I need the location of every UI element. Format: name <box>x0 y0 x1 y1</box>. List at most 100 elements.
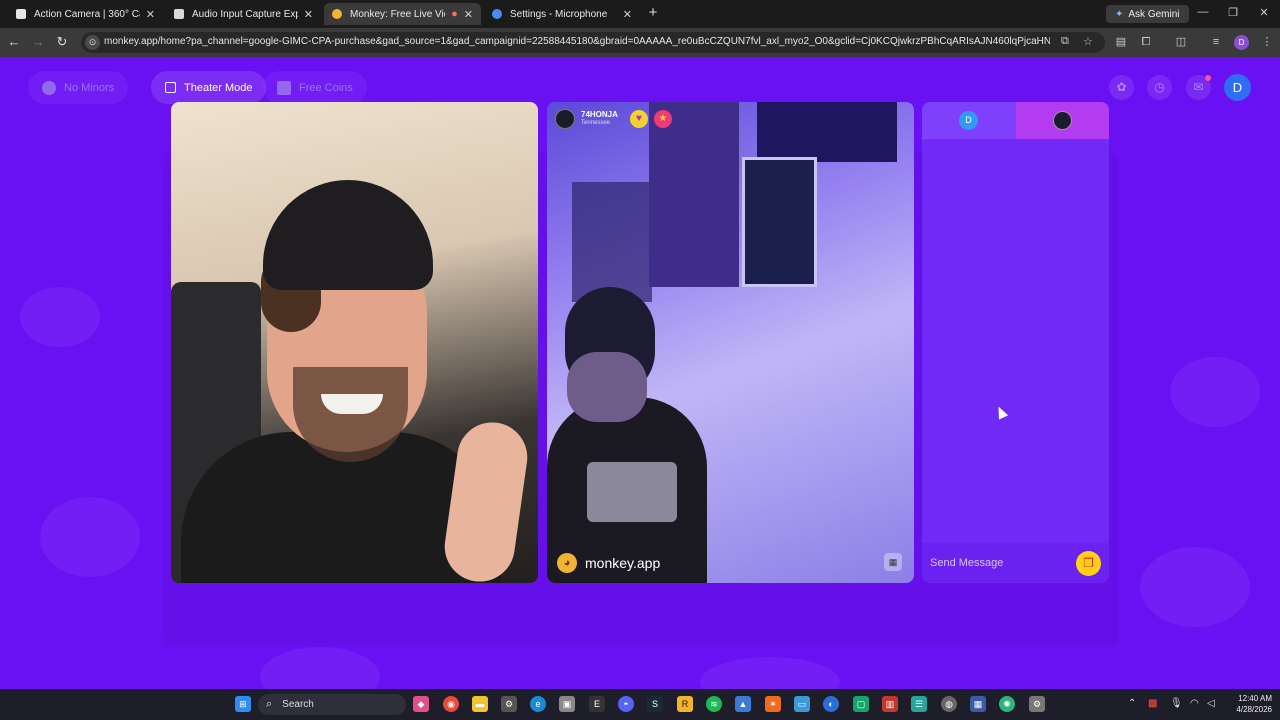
chat-input-bar: ❒ <box>922 543 1109 583</box>
photos-icon[interactable]: ▲ <box>735 696 751 712</box>
free-coins-label: Free Coins <box>299 81 353 94</box>
extensions-puzzle-icon[interactable]: ⧠ <box>1139 35 1153 49</box>
no-minors-toggle[interactable]: No Minors <box>28 71 129 104</box>
background-blob <box>260 647 380 689</box>
file-explorer-icon[interactable]: ▬ <box>472 696 488 712</box>
blender-icon[interactable]: ✶ <box>765 696 781 712</box>
chrome-icon[interactable]: ◉ <box>443 696 459 712</box>
split-view-icon[interactable]: ◫ <box>1174 35 1188 49</box>
windows-start-icon[interactable]: ⊞ <box>235 696 251 712</box>
settings-gear-favicon-icon <box>492 9 502 19</box>
reload-icon[interactable]: ↻ <box>54 34 70 50</box>
peer-location: Tennessee <box>581 120 611 126</box>
tab-settings-microphone[interactable]: Settings - Microphone ✕ <box>484 3 640 25</box>
monkey-logo-icon: ◕ <box>557 553 577 573</box>
coins-icon <box>277 80 291 95</box>
notepad-icon[interactable]: ☰ <box>911 696 927 712</box>
tab-action-camera[interactable]: Action Camera | 360° Camera ✕ <box>8 3 163 25</box>
kebab-menu-icon[interactable]: ⋮ <box>1260 35 1274 49</box>
wall-poster <box>572 182 652 302</box>
heart-badge-icon[interactable]: ♥ <box>629 110 648 128</box>
background-blob <box>1170 357 1260 427</box>
ask-gemini-button[interactable]: ✦ Ask Gemini <box>1106 5 1189 23</box>
theater-mode-button[interactable]: Theater Mode <box>151 71 267 104</box>
winrar-icon[interactable]: ▥ <box>882 696 898 712</box>
antivirus-tray-icon[interactable]: ▩ <box>1148 698 1157 709</box>
gift-icon[interactable]: ❒ <box>1076 551 1101 576</box>
reading-list-icon[interactable]: ▤ <box>1114 35 1128 49</box>
close-window-icon[interactable]: ✕ <box>1257 6 1271 19</box>
self-chat-tab[interactable]: D <box>922 102 1016 139</box>
user-avatar[interactable]: D <box>1224 74 1251 101</box>
chat-header: D <box>922 102 1109 139</box>
edge-icon[interactable]: e <box>530 696 546 712</box>
vpn-icon[interactable]: ◐ <box>823 696 839 712</box>
store-icon[interactable]: ▣ <box>559 696 575 712</box>
widgets-icon[interactable]: ◆ <box>413 696 429 712</box>
media-controls-icon[interactable]: ≡ <box>1209 35 1223 49</box>
filter-icon[interactable]: ✿ <box>1109 75 1134 100</box>
background-blob <box>700 657 840 689</box>
clock-time: 12:40 AM <box>1238 694 1272 703</box>
gift-badge-icon[interactable]: ★ <box>653 110 672 128</box>
url-text[interactable]: monkey.app/home?pa_channel=google-GIMC-C… <box>104 36 1050 47</box>
restore-icon[interactable]: ❐ <box>1226 6 1240 19</box>
self-avatar: D <box>959 111 978 130</box>
wifi-icon[interactable]: ◠ <box>1190 698 1199 709</box>
theater-mode-label: Theater Mode <box>184 81 253 94</box>
close-tab-icon[interactable]: ✕ <box>146 8 155 21</box>
roblox-icon[interactable]: R <box>677 696 693 712</box>
recording-indicator-icon: ● <box>451 8 458 20</box>
system-settings-icon[interactable]: ⚙ <box>1029 696 1045 712</box>
back-arrow-icon[interactable]: ← <box>6 34 22 50</box>
epic-games-icon[interactable]: E <box>589 696 605 712</box>
tab-monkey[interactable]: Monkey: Free Live Video Ch ● ✕ <box>324 3 481 25</box>
minimize-icon[interactable]: — <box>1196 6 1210 18</box>
steam-icon[interactable]: S <box>647 696 663 712</box>
browser-profile-avatar[interactable]: D <box>1234 35 1249 50</box>
site-info-icon[interactable]: ⊙ <box>85 35 100 50</box>
document-favicon-icon <box>174 9 184 19</box>
close-tab-icon[interactable]: ✕ <box>464 8 473 21</box>
clock-date: 4/28/2026 <box>1236 705 1272 714</box>
messages-icon[interactable]: ✉ <box>1186 75 1211 100</box>
chat-panel: D ❒ <box>922 102 1109 583</box>
free-coins-button[interactable]: Free Coins <box>263 71 367 104</box>
monkey-watermark: ◕ monkey.app <box>557 553 660 573</box>
chatgpt-icon[interactable]: ✺ <box>999 696 1015 712</box>
tab-title: Monkey: Free Live Video Ch <box>350 8 445 20</box>
report-icon[interactable]: ▦ <box>884 553 902 571</box>
obs-icon[interactable]: ◍ <box>941 696 957 712</box>
ask-gemini-label: Ask Gemini <box>1128 8 1180 20</box>
wall-poster <box>757 102 897 162</box>
phone-link-icon[interactable]: ▢ <box>853 696 869 712</box>
microphone-tray-icon[interactable]: 🎙 <box>1170 698 1183 709</box>
spotify-icon[interactable]: ≋ <box>706 696 722 712</box>
tab-title: Settings - Microphone <box>510 8 608 20</box>
peer-avatar <box>555 109 575 129</box>
tab-title: Audio Input Capture Explained <box>192 8 298 20</box>
bookmark-star-icon[interactable]: ☆ <box>1083 35 1093 48</box>
tray-overflow-icon[interactable]: ⌃ <box>1128 698 1136 709</box>
taskbar-clock[interactable]: 12:40 AM 4/28/2026 <box>1226 693 1272 715</box>
install-app-icon[interactable]: ⧉ <box>1061 35 1069 48</box>
peer-chat-avatar <box>1052 111 1072 130</box>
peer-chat-tab[interactable] <box>1015 102 1109 139</box>
settings-gear-icon[interactable]: ⚙ <box>501 696 517 712</box>
close-tab-icon[interactable]: ✕ <box>304 8 313 21</box>
send-message-input[interactable] <box>930 553 1070 573</box>
tab-audio-input[interactable]: Audio Input Capture Explained ✕ <box>166 3 321 25</box>
volume-icon[interactable]: ◁ <box>1207 698 1215 709</box>
new-tab-button[interactable]: + <box>644 4 662 22</box>
calculator-icon[interactable]: ▦ <box>970 696 986 712</box>
self-video-feed <box>171 102 538 583</box>
address-bar[interactable]: ⊙ monkey.app/home?pa_channel=google-GIMC… <box>81 32 1105 53</box>
peer-info-tag[interactable]: 74HONJA Tennessee ♥ ★ <box>555 109 672 129</box>
history-clock-icon[interactable]: ◷ <box>1147 75 1172 100</box>
folder-app-icon[interactable]: ▭ <box>794 696 810 712</box>
close-tab-icon[interactable]: ✕ <box>623 8 632 21</box>
forward-arrow-icon[interactable]: → <box>30 34 46 50</box>
discord-icon[interactable]: ◓ <box>618 696 634 712</box>
no-minors-label: No Minors <box>64 81 115 94</box>
taskbar-search[interactable]: ⌕ Search <box>258 694 406 715</box>
